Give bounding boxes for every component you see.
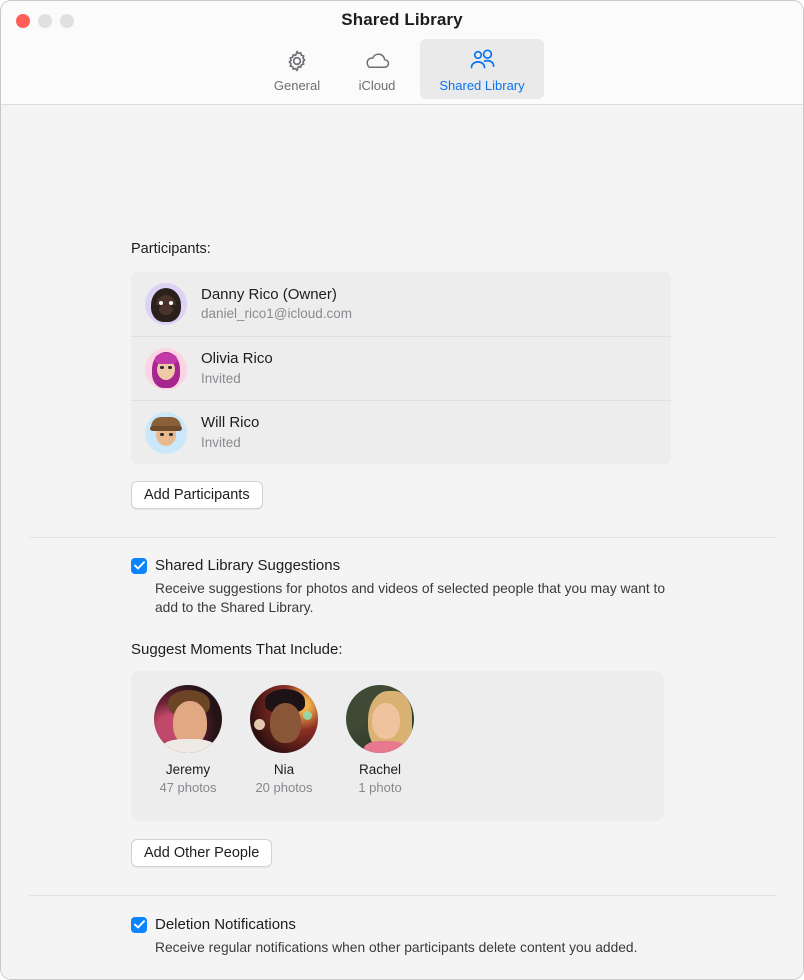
people-icon [467,46,497,76]
deletion-notifications-group: Deletion Notifications Receive regular n… [131,916,691,957]
title-bar: Shared Library General iCloud Shared Lib… [1,1,803,105]
preferences-content: Participants: Danny Rico (Owner) daniel_… [1,105,803,979]
shared-library-suggestions-label: Shared Library Suggestions [155,557,341,574]
gear-icon [284,46,310,76]
avatar [145,411,187,454]
deletion-notifications-label: Deletion Notifications [155,916,296,933]
participant-name: Will Rico [201,414,260,432]
person-photo-count: 20 photos [255,780,313,795]
participant-row[interactable]: Danny Rico (Owner) daniel_rico1@icloud.c… [131,272,671,336]
tab-shared-library[interactable]: Shared Library [420,39,544,99]
deletion-notifications-checkbox[interactable] [131,916,147,933]
participant-status: daniel_rico1@icloud.com [201,306,353,322]
person-name: Rachel [358,762,402,777]
person-name: Nia [273,762,295,777]
person-photo-count: 1 photo [358,780,402,795]
tab-shared-library-label: Shared Library [439,78,525,93]
shared-library-suggestions-checkbox[interactable] [131,557,147,574]
divider [29,895,777,896]
person-photo [346,685,414,753]
suggested-person[interactable]: Nia 20 photos [243,685,325,795]
participant-status: Invited [201,370,241,386]
participant-row[interactable]: Olivia Rico Invited [131,336,671,400]
avatar [145,347,187,390]
tab-icloud[interactable]: iCloud [340,39,414,99]
participant-name: Olivia Rico [201,350,273,368]
participant-status: Invited [201,434,241,450]
avatar [145,283,187,325]
window-title: Shared Library [341,10,463,29]
preferences-window: Shared Library General iCloud Shared Lib… [0,0,804,980]
suggested-person[interactable]: Jeremy 47 photos [147,685,229,795]
tab-general-label: General [273,78,321,93]
suggest-moments-label: Suggest Moments That Include: [131,641,343,658]
participant-row[interactable]: Will Rico Invited [131,400,671,464]
divider [29,537,777,538]
person-name: Jeremy [165,762,211,777]
tab-icloud-label: iCloud [358,78,396,93]
person-photo-count: 47 photos [159,780,217,795]
person-photo [154,685,222,753]
tab-general[interactable]: General [260,39,334,99]
shared-library-suggestions-description: Receive suggestions for photos and video… [155,581,666,616]
toolbar-tabs: General iCloud Shared Library [1,39,803,99]
participant-name: Danny Rico (Owner) [201,285,337,303]
suggested-people-panel: Jeremy 47 photos Nia 20 photos Rachel 1 … [131,671,664,821]
shared-library-suggestions-group: Shared Library Suggestions Receive sugge… [131,557,691,617]
person-photo [250,685,318,753]
participants-list: Danny Rico (Owner) daniel_rico1@icloud.c… [131,272,671,464]
suggested-person[interactable]: Rachel 1 photo [339,685,421,795]
participants-label: Participants: [131,241,211,257]
add-participants-button[interactable]: Add Participants [131,481,263,509]
deletion-notifications-description: Receive regular notifications when other… [155,940,638,955]
add-other-people-button[interactable]: Add Other People [131,839,273,867]
cloud-icon [363,46,391,76]
